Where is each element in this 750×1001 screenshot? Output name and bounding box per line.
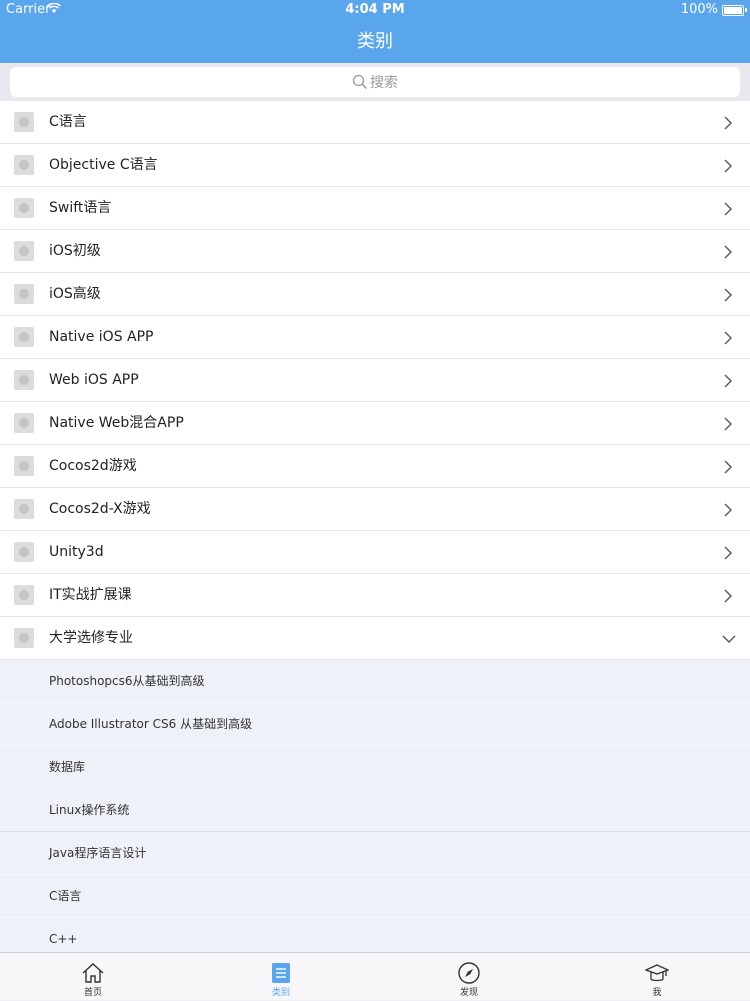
category-thumbnail xyxy=(14,327,34,347)
subcategory-label: Java程序语言设计 xyxy=(49,846,147,860)
category-row-web-ios-app[interactable]: Web iOS APP xyxy=(0,359,750,402)
tab-label: 我 xyxy=(652,988,662,998)
chevron-right-icon xyxy=(724,159,732,173)
chevron-right-icon xyxy=(724,116,732,130)
category-label: IT实战扩展课 xyxy=(49,587,132,603)
category-thumbnail xyxy=(14,284,34,304)
chevron-right-icon xyxy=(724,374,732,388)
category-row-ios-advanced[interactable]: iOS高级 xyxy=(0,273,750,316)
status-bar: Carrier 4:04 PM 100% xyxy=(0,0,750,20)
category-label: iOS初级 xyxy=(49,243,101,259)
tab-discover[interactable]: 发现 xyxy=(439,953,499,1001)
category-thumbnail xyxy=(14,542,34,562)
category-label: Unity3d xyxy=(49,544,104,560)
subcategory-label: Linux操作系统 xyxy=(49,803,130,817)
tab-home[interactable]: 首页 xyxy=(63,953,123,1001)
battery-tip xyxy=(745,8,747,12)
category-thumbnail xyxy=(14,456,34,476)
category-thumbnail xyxy=(14,241,34,261)
category-row-university-electives[interactable]: 大学选修专业 xyxy=(0,617,750,660)
category-label: iOS高级 xyxy=(49,286,101,302)
category-label: 大学选修专业 xyxy=(49,630,133,646)
category-row-swift[interactable]: Swift语言 xyxy=(0,187,750,230)
category-thumbnail xyxy=(14,499,34,519)
chevron-right-icon xyxy=(724,288,732,302)
subcategory-row[interactable]: 数据库 xyxy=(0,746,750,789)
chevron-right-icon xyxy=(724,245,732,259)
category-row-ios-beginner[interactable]: iOS初级 xyxy=(0,230,750,273)
subcategory-label: C语言 xyxy=(49,889,82,903)
subcategory-row[interactable]: Java程序语言设计 xyxy=(0,832,750,875)
category-row-unity3d[interactable]: Unity3d xyxy=(0,531,750,574)
category-label: Web iOS APP xyxy=(49,372,139,388)
category-label: C语言 xyxy=(49,114,87,130)
category-thumbnail xyxy=(14,155,34,175)
chevron-down-icon xyxy=(722,635,736,643)
category-label: Swift语言 xyxy=(49,200,112,216)
category-row-c[interactable]: C语言 xyxy=(0,101,750,144)
category-label: Objective C语言 xyxy=(49,157,158,173)
nav-bar: 类别 xyxy=(0,20,750,63)
home-icon xyxy=(82,963,104,983)
clock: 4:04 PM xyxy=(345,2,405,17)
category-label: Cocos2d游戏 xyxy=(49,458,137,474)
subcategory-row[interactable]: C语言 xyxy=(0,875,750,918)
category-thumbnail xyxy=(14,370,34,390)
tab-label: 类别 xyxy=(271,988,290,998)
category-row-it-practice[interactable]: IT实战扩展课 xyxy=(0,574,750,617)
page-title: 类别 xyxy=(357,31,393,52)
category-thumbnail xyxy=(14,628,34,648)
chevron-right-icon xyxy=(724,546,732,560)
chevron-right-icon xyxy=(724,331,732,345)
chevron-right-icon xyxy=(724,460,732,474)
tab-bar: 首页 类别 发现 我 xyxy=(0,952,750,1000)
list-icon xyxy=(272,963,290,983)
search-icon xyxy=(352,74,368,90)
battery-percent: 100% xyxy=(680,2,718,17)
subcategory-label: Adobe Illustrator CS6 从基础到高级 xyxy=(49,717,253,731)
tab-me[interactable]: 我 xyxy=(627,953,687,1001)
compass-icon xyxy=(458,962,480,984)
subcategory-row[interactable]: Adobe Illustrator CS6 从基础到高级 xyxy=(0,703,750,746)
tab-label: 首页 xyxy=(83,988,102,998)
chevron-right-icon xyxy=(724,589,732,603)
graduation-cap-icon xyxy=(645,964,669,982)
category-row-objective-c[interactable]: Objective C语言 xyxy=(0,144,750,187)
chevron-right-icon xyxy=(724,417,732,431)
search-placeholder: 搜索 xyxy=(370,75,398,91)
subcategory-label: Photoshopcs6从基础到高级 xyxy=(49,674,205,688)
subcategory-row[interactable]: Linux操作系统 xyxy=(0,789,750,832)
chevron-right-icon xyxy=(724,202,732,216)
category-thumbnail xyxy=(14,198,34,218)
subcategory-label: 数据库 xyxy=(49,760,86,774)
search-input[interactable]: 搜索 xyxy=(10,67,740,97)
category-row-cocos2d-x[interactable]: Cocos2d-X游戏 xyxy=(0,488,750,531)
category-thumbnail xyxy=(14,413,34,433)
category-label: Native Web混合APP xyxy=(49,415,184,431)
category-thumbnail xyxy=(14,112,34,132)
category-row-native-ios-app[interactable]: Native iOS APP xyxy=(0,316,750,359)
subcategory-row[interactable]: Photoshopcs6从基础到高级 xyxy=(0,660,750,703)
tab-categories[interactable]: 类别 xyxy=(251,953,311,1001)
search-area: 搜索 xyxy=(0,63,750,101)
tab-label: 发现 xyxy=(459,988,478,998)
category-label: Cocos2d-X游戏 xyxy=(49,501,151,517)
category-list: C语言 Objective C语言 Swift语言 iOS初级 iOS高级 Na… xyxy=(0,101,750,961)
category-label: Native iOS APP xyxy=(49,329,154,345)
battery-icon xyxy=(722,5,744,16)
category-thumbnail xyxy=(14,585,34,605)
chevron-right-icon xyxy=(724,503,732,517)
category-row-cocos2d[interactable]: Cocos2d游戏 xyxy=(0,445,750,488)
category-row-native-web-hybrid[interactable]: Native Web混合APP xyxy=(0,402,750,445)
